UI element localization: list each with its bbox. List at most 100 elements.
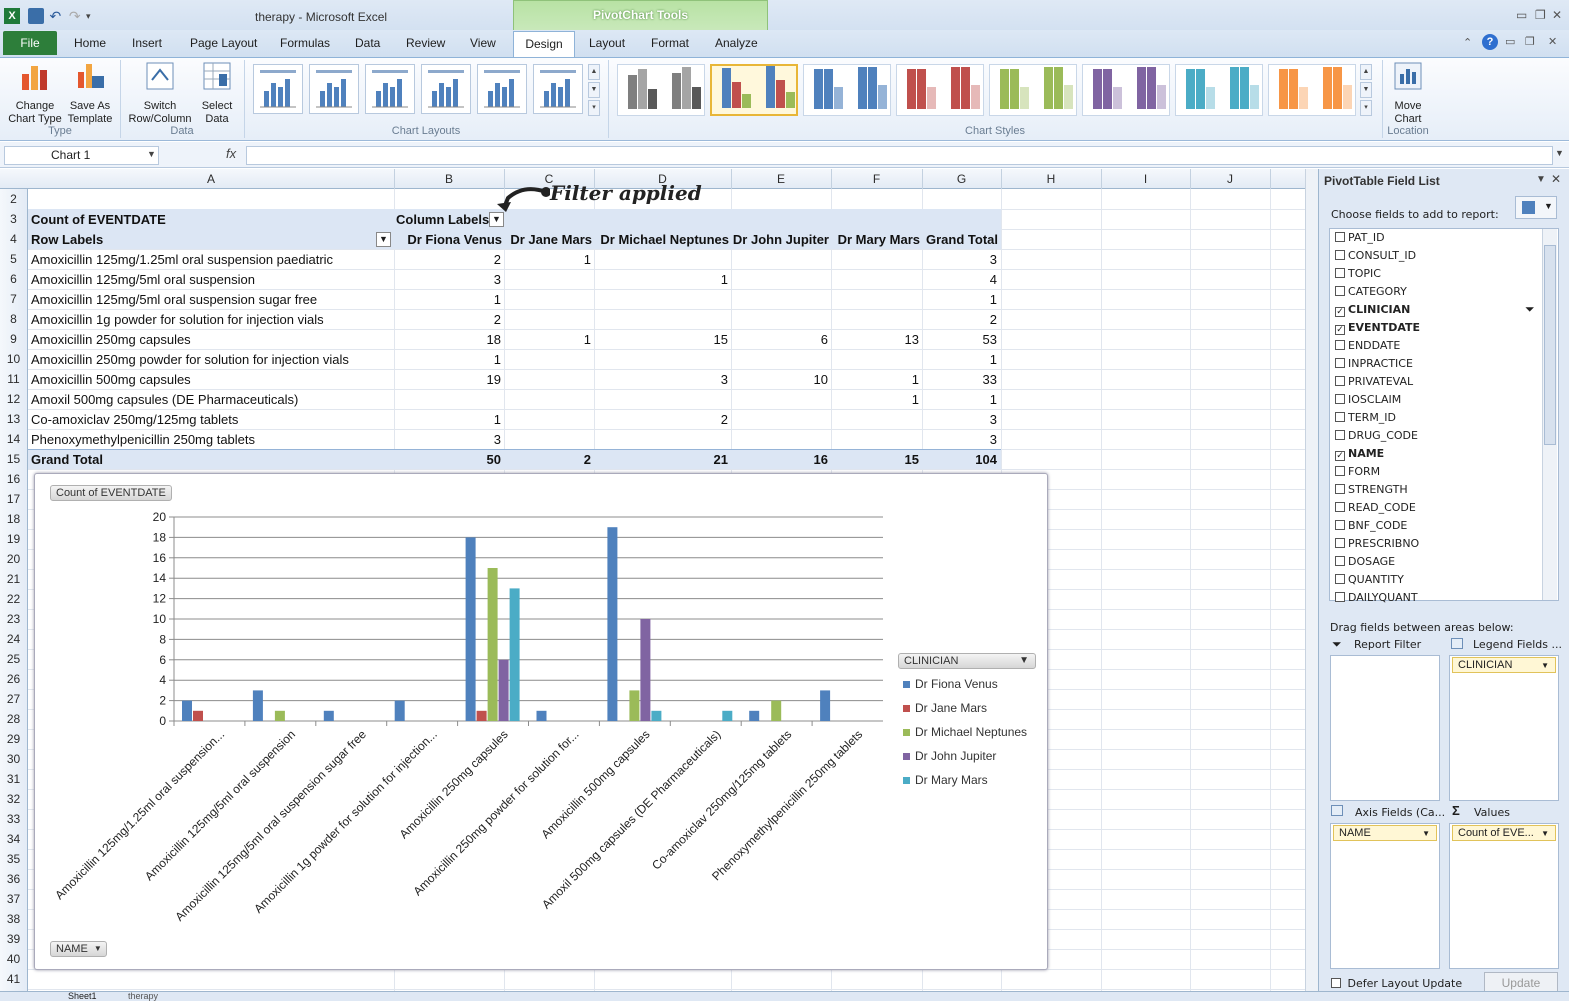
tab-home[interactable]: Home bbox=[74, 36, 106, 50]
field-checkbox[interactable] bbox=[1335, 592, 1345, 602]
row-header-3[interactable]: 3 bbox=[0, 212, 27, 226]
row-header-18[interactable]: 18 bbox=[0, 512, 27, 526]
tab-formulas[interactable]: Formulas bbox=[280, 36, 330, 50]
field-item[interactable]: DAILYQUANT bbox=[1335, 591, 1418, 604]
defer-layout-update-checkbox[interactable]: Defer Layout Update bbox=[1331, 977, 1462, 990]
field-checkbox[interactable] bbox=[1335, 358, 1345, 368]
field-checkbox[interactable] bbox=[1335, 376, 1345, 386]
field-item[interactable]: DOSAGE bbox=[1335, 555, 1395, 568]
field-checkbox[interactable] bbox=[1335, 286, 1345, 296]
axis-field-name-button[interactable]: NAME ▼ bbox=[1333, 825, 1437, 841]
chart-layout-thumb[interactable] bbox=[253, 64, 303, 114]
row-header-8[interactable]: 8 bbox=[0, 312, 27, 326]
chart-legend-field-button[interactable]: CLINICIAN ▼ bbox=[898, 653, 1036, 669]
tab-file[interactable]: File bbox=[3, 31, 57, 55]
field-checkbox[interactable] bbox=[1335, 250, 1345, 260]
field-list-scrollbar[interactable] bbox=[1542, 229, 1557, 600]
chart-style-thumb[interactable] bbox=[803, 64, 891, 116]
row-header-25[interactable]: 25 bbox=[0, 652, 27, 666]
field-item[interactable]: IOSCLAIM bbox=[1335, 393, 1401, 406]
row-header-14[interactable]: 14 bbox=[0, 432, 27, 446]
field-list-close-icon[interactable]: ✕ bbox=[1551, 172, 1561, 186]
chart-style-thumb[interactable] bbox=[710, 64, 798, 116]
field-item[interactable]: FORM bbox=[1335, 465, 1380, 478]
redo-icon[interactable]: ↷ bbox=[67, 8, 83, 24]
row-header-30[interactable]: 30 bbox=[0, 752, 27, 766]
field-checkbox[interactable] bbox=[1335, 502, 1345, 512]
select-data-button[interactable]: Select Data bbox=[196, 60, 238, 126]
column-header-F[interactable]: F bbox=[831, 172, 922, 186]
field-item[interactable]: CATEGORY bbox=[1335, 285, 1407, 298]
row-header-5[interactable]: 5 bbox=[0, 252, 27, 266]
field-checkbox[interactable] bbox=[1335, 484, 1345, 494]
field-checkbox[interactable] bbox=[1335, 538, 1345, 548]
field-item[interactable]: INPRACTICE bbox=[1335, 357, 1413, 370]
minimize-ribbon-icon[interactable]: ⌃ bbox=[1463, 36, 1472, 49]
report-filter-area[interactable] bbox=[1330, 655, 1440, 801]
chart-layout-thumb[interactable] bbox=[533, 64, 583, 114]
tab-insert[interactable]: Insert bbox=[132, 36, 162, 50]
tab-page-layout[interactable]: Page Layout bbox=[190, 36, 257, 50]
field-item[interactable]: DRUG_CODE bbox=[1335, 429, 1418, 442]
row-header-36[interactable]: 36 bbox=[0, 872, 27, 886]
chart-plot-area[interactable]: 02468101214161820Amoxicillin 125mg/1.25m… bbox=[34, 473, 1048, 970]
axis-fields-area[interactable] bbox=[1330, 823, 1440, 969]
row-header-20[interactable]: 20 bbox=[0, 552, 27, 566]
tab-format[interactable]: Format bbox=[651, 36, 689, 50]
row-header-28[interactable]: 28 bbox=[0, 712, 27, 726]
chart-style-thumb[interactable] bbox=[617, 64, 705, 116]
chart-layout-thumb[interactable] bbox=[365, 64, 415, 114]
workbook-close-icon[interactable]: ✕ bbox=[1548, 35, 1557, 48]
styles-gallery-down-icon[interactable]: ▼ bbox=[1360, 82, 1372, 98]
chart-style-thumb[interactable] bbox=[989, 64, 1077, 116]
field-list-scroll-thumb[interactable] bbox=[1544, 245, 1556, 445]
column-header-I[interactable]: I bbox=[1101, 172, 1190, 186]
sheet-tab-sheet1[interactable]: Sheet1 bbox=[68, 991, 97, 1001]
workbook-restore-icon[interactable]: ❐ bbox=[1525, 35, 1535, 48]
chart-layout-thumb[interactable] bbox=[477, 64, 527, 114]
chart-layout-thumb[interactable] bbox=[421, 64, 471, 114]
field-list-options-icon[interactable]: ▼ bbox=[1536, 174, 1546, 185]
tab-review[interactable]: Review bbox=[406, 36, 445, 50]
name-box-dropdown-icon[interactable]: ▼ bbox=[147, 149, 156, 159]
move-chart-button[interactable]: Move Chart bbox=[1386, 60, 1430, 126]
row-header-4[interactable]: 4 bbox=[0, 232, 27, 246]
field-item[interactable]: STRENGTH bbox=[1335, 483, 1408, 496]
row-header-24[interactable]: 24 bbox=[0, 632, 27, 646]
gallery-down-icon[interactable]: ▼ bbox=[588, 82, 600, 98]
chart-axis-field-button[interactable]: NAME ▼ bbox=[50, 941, 107, 957]
field-checkbox[interactable] bbox=[1335, 268, 1345, 278]
field-checkbox[interactable] bbox=[1335, 520, 1345, 530]
row-header-23[interactable]: 23 bbox=[0, 612, 27, 626]
field-item[interactable]: ✓ NAME bbox=[1335, 447, 1384, 461]
row-header-13[interactable]: 13 bbox=[0, 412, 27, 426]
row-header-35[interactable]: 35 bbox=[0, 852, 27, 866]
field-checkbox[interactable] bbox=[1335, 340, 1345, 350]
field-checkbox[interactable]: ✓ bbox=[1335, 307, 1345, 317]
row-header-39[interactable]: 39 bbox=[0, 932, 27, 946]
field-checkbox[interactable] bbox=[1335, 430, 1345, 440]
switch-row-column-button[interactable]: Switch Row/Column bbox=[124, 60, 196, 126]
column-header-H[interactable]: H bbox=[1001, 172, 1101, 186]
tab-view[interactable]: View bbox=[470, 36, 496, 50]
tab-design[interactable]: Design bbox=[513, 31, 575, 59]
customize-qat-icon[interactable]: ▾ bbox=[86, 8, 102, 24]
row-header-2[interactable]: 2 bbox=[0, 192, 27, 206]
expand-formula-bar-icon[interactable]: ▼ bbox=[1555, 148, 1564, 158]
field-checkbox[interactable] bbox=[1335, 412, 1345, 422]
row-header-33[interactable]: 33 bbox=[0, 812, 27, 826]
styles-gallery-more-icon[interactable]: ▾ bbox=[1360, 100, 1372, 116]
sheet-tab-therapy[interactable]: therapy bbox=[128, 991, 158, 1001]
field-item[interactable]: CONSULT_ID bbox=[1335, 249, 1416, 262]
chart-style-thumb[interactable] bbox=[1175, 64, 1263, 116]
field-checkbox[interactable] bbox=[1335, 556, 1345, 566]
gallery-up-icon[interactable]: ▲ bbox=[588, 64, 600, 80]
field-item[interactable]: ✓ CLINICIAN bbox=[1335, 303, 1410, 317]
row-header-19[interactable]: 19 bbox=[0, 532, 27, 546]
row-header-12[interactable]: 12 bbox=[0, 392, 27, 406]
save-icon[interactable] bbox=[28, 8, 44, 24]
chart-style-thumb[interactable] bbox=[1082, 64, 1170, 116]
values-field-button[interactable]: Count of EVE... ▼ bbox=[1452, 825, 1556, 841]
row-header-17[interactable]: 17 bbox=[0, 492, 27, 506]
row-header-41[interactable]: 41 bbox=[0, 972, 27, 986]
